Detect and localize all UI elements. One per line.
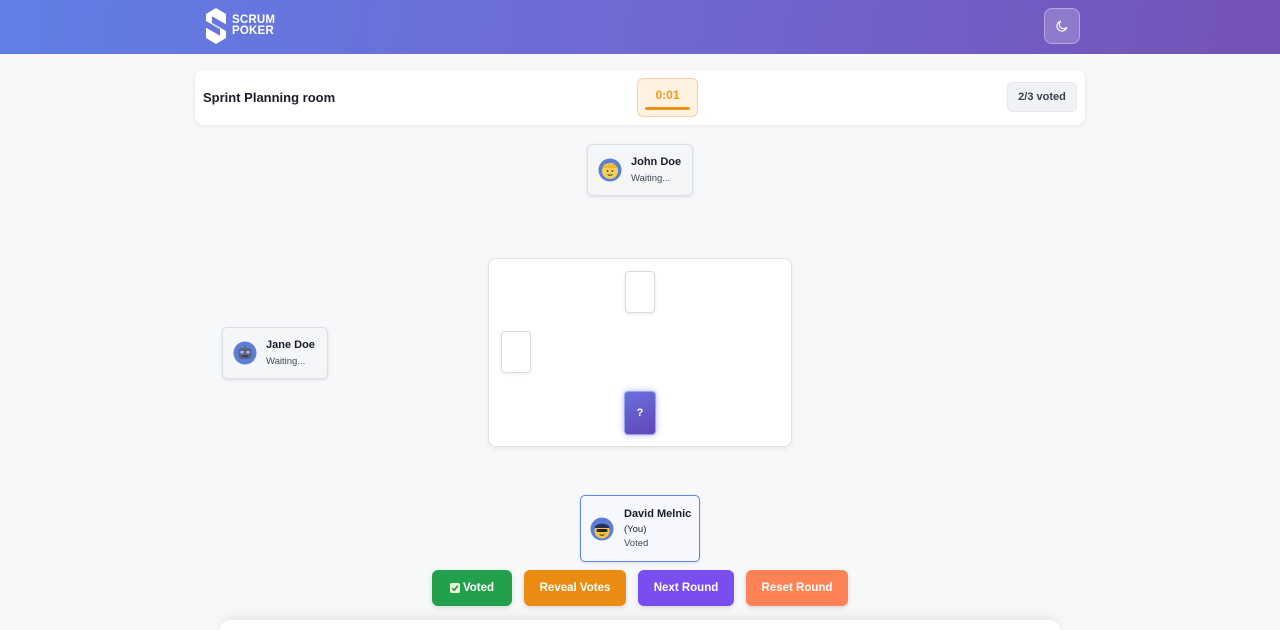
check-icon xyxy=(449,583,460,593)
app-header: SCRUM POKER xyxy=(0,0,1280,54)
police-avatar-icon xyxy=(590,517,614,541)
next-round-button[interactable]: Next Round xyxy=(638,570,734,606)
poker-table: ? xyxy=(488,258,792,447)
player-status: Waiting... xyxy=(631,173,671,184)
timer-text: 0:01 xyxy=(655,88,680,102)
timer-progress-fill xyxy=(645,107,690,110)
voted-button-label: Voted xyxy=(462,582,495,594)
player-status: Waiting... xyxy=(266,356,306,367)
player-seat-john-doe: John Doe Waiting... xyxy=(587,144,693,196)
blonde-boy-avatar-icon xyxy=(598,158,622,182)
logo-text: SCRUM POKER xyxy=(232,14,275,37)
voted-count-badge: 2/3 voted xyxy=(1007,82,1077,112)
face-down-card-david-melnic: ? xyxy=(624,391,656,435)
player-name: John Doe xyxy=(631,156,682,168)
player-name: Jane Doe xyxy=(266,339,315,351)
player-seat-david-melnic: David Melnic (You) Voted xyxy=(580,495,700,562)
round-timer: 0:01 xyxy=(637,78,698,117)
bottom-panel-edge xyxy=(220,620,1060,630)
logo-line2: POKER xyxy=(232,25,274,37)
card-slot-jane-doe xyxy=(501,331,531,373)
player-you-label: (You) xyxy=(624,524,647,535)
reset-round-button[interactable]: Reset Round xyxy=(746,570,848,606)
voted-button[interactable]: Voted xyxy=(432,570,512,606)
logo-icon xyxy=(205,8,227,44)
room-title: Sprint Planning room xyxy=(203,90,336,105)
room-info-bar: Sprint Planning room 0:01 2/3 voted xyxy=(195,70,1085,125)
player-seat-jane-doe: Jane Doe Waiting... xyxy=(222,327,328,379)
player-name: David Melnic xyxy=(624,508,692,520)
player-status: Voted xyxy=(624,538,649,549)
robot-avatar-icon xyxy=(233,341,257,365)
moon-icon xyxy=(1056,20,1068,32)
card-slot-john-doe xyxy=(625,271,655,313)
reveal-votes-button[interactable]: Reveal Votes xyxy=(524,570,626,606)
hidden-card-label: ? xyxy=(636,407,644,419)
theme-toggle-button[interactable] xyxy=(1044,8,1080,44)
scrum-poker-logo[interactable]: SCRUM POKER xyxy=(204,7,275,45)
timer-progress-track xyxy=(645,107,690,110)
